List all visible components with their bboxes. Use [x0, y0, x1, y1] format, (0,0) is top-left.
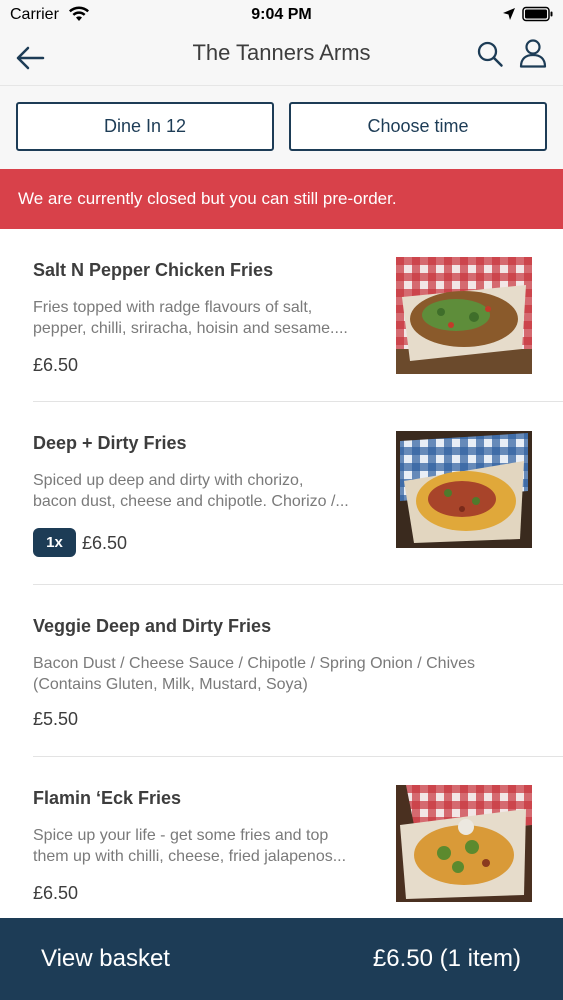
- item-price: £6.50: [82, 533, 128, 553]
- item-description-line1: Spiced up deep and dirty with chorizo,: [33, 472, 304, 489]
- menu-item[interactable]: Flamin ‘Eck Fries Spice up your life - g…: [0, 757, 563, 927]
- item-description-line2: (Contains Gluten, Milk, Mustard, Soya): [33, 676, 308, 693]
- account-button[interactable]: [516, 36, 550, 70]
- item-description-line2: pepper, chilli, sriracha, hoisin and ses…: [33, 320, 348, 337]
- item-photo: [396, 785, 532, 902]
- search-icon: [477, 41, 503, 67]
- search-button[interactable]: [474, 38, 506, 70]
- item-name: Deep + Dirty Fries: [33, 433, 187, 453]
- item-price: £6.50: [33, 883, 79, 903]
- item-description-line1: Bacon Dust / Cheese Sauce / Chipotle / S…: [33, 655, 476, 672]
- order-options-bar: Dine In 12 Choose time: [0, 86, 563, 169]
- basket-total: £6.50 (1 item): [372, 945, 521, 972]
- item-photo: [396, 257, 532, 374]
- nav-header: The Tanners Arms: [0, 30, 563, 86]
- item-price: £5.50: [33, 709, 79, 729]
- battery-icon: [522, 6, 553, 22]
- item-name: Salt N Pepper Chicken Fries: [33, 260, 274, 280]
- item-description-line1: Spice up your life - get some fries and …: [33, 827, 329, 844]
- menu-item[interactable]: Deep + Dirty Fries Spiced up deep and di…: [0, 402, 563, 585]
- view-basket-label: View basket: [41, 945, 170, 972]
- quantity-badge: 1x: [33, 528, 76, 557]
- menu-item[interactable]: Veggie Deep and Dirty Fries Bacon Dust /…: [0, 585, 563, 757]
- item-description-line2: bacon dust, cheese and chipotle. Chorizo…: [33, 493, 349, 510]
- item-price: £6.50: [33, 355, 79, 375]
- dine-in-button[interactable]: Dine In 12: [16, 102, 274, 151]
- status-time: 9:04 PM: [251, 6, 312, 23]
- item-description-line1: Fries topped with radge flavours of salt…: [33, 299, 313, 316]
- item-photo: [396, 431, 532, 548]
- status-bar: Carrier 9:04 PM: [0, 0, 563, 30]
- item-description-line2: them up with chilli, cheese, fried jalap…: [33, 848, 347, 865]
- menu-item[interactable]: Salt N Pepper Chicken Fries Fries topped…: [0, 229, 563, 402]
- choose-time-button[interactable]: Choose time: [289, 102, 547, 151]
- closed-notice-banner: We are currently closed but you can stil…: [0, 169, 563, 229]
- item-name: Flamin ‘Eck Fries: [33, 788, 182, 808]
- location-arrow-icon: [503, 8, 515, 20]
- user-icon: [519, 39, 547, 68]
- item-name: Veggie Deep and Dirty Fries: [33, 616, 272, 636]
- view-basket-bar[interactable]: View basket £6.50 (1 item): [0, 918, 563, 1000]
